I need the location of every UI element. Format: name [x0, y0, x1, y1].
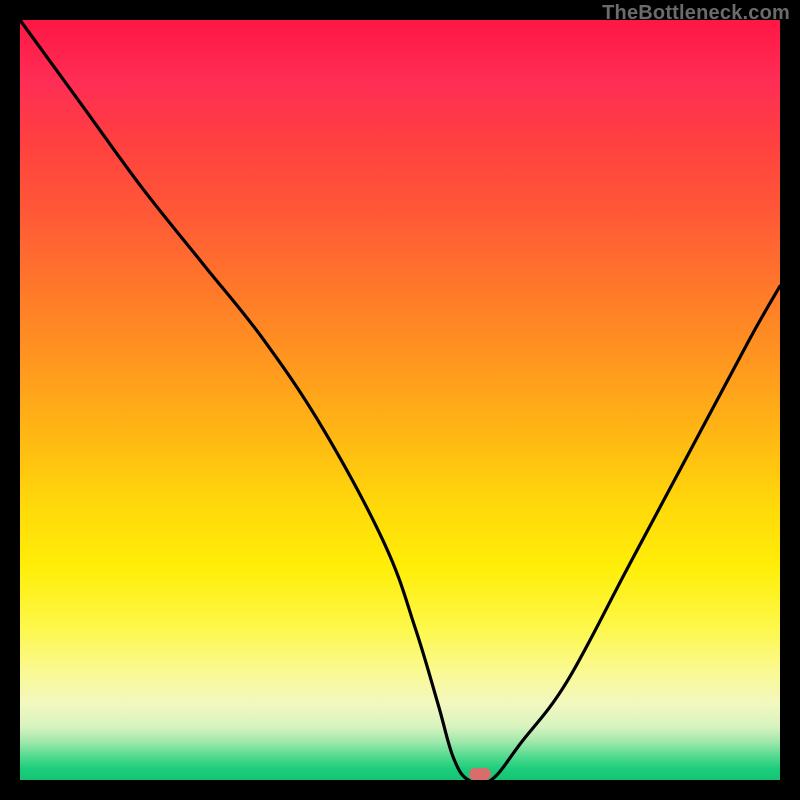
curve-svg: [20, 20, 780, 780]
plot-area: [20, 20, 780, 780]
bottleneck-curve: [20, 20, 780, 784]
optimal-marker: [469, 768, 491, 780]
chart-container: TheBottleneck.com: [0, 0, 800, 800]
